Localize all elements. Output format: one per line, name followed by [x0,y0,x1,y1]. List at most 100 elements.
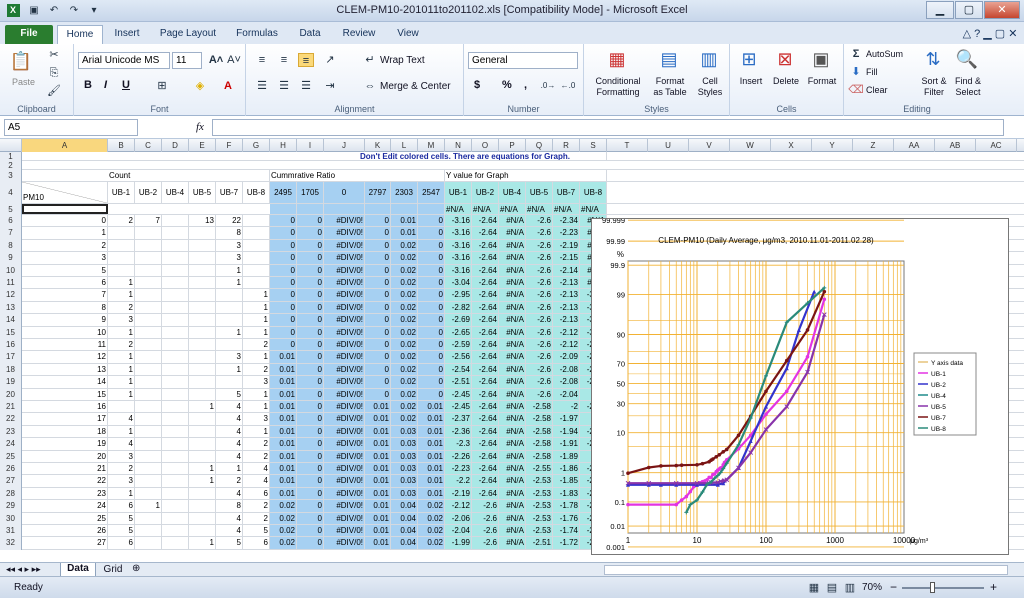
cell-h[interactable]: 0.01 [270,401,297,413]
align-left-icon[interactable]: ☰ [254,79,270,93]
cell-q[interactable]: -2.6 [526,227,553,239]
cell-o[interactable]: -2.64 [472,487,499,500]
cell-c[interactable] [135,438,162,450]
cell-f[interactable]: 4 [216,438,243,450]
paste-icon[interactable]: 📋 [8,48,34,74]
cell-o[interactable]: -2.64 [472,227,499,239]
format-as-table-label-1[interactable]: Format [650,76,690,86]
cell-g[interactable]: 5 [243,525,270,537]
cell-r[interactable]: UB-7 [553,182,580,203]
cell-c[interactable] [135,351,162,363]
cell-g[interactable]: 2 [243,450,270,462]
column-header[interactable]: R [553,139,580,152]
cell-j[interactable]: #DIV/0! [324,463,365,475]
cell-d[interactable] [162,301,189,314]
cell-p[interactable]: #N/A [499,413,526,425]
page-break-view-icon[interactable]: ▥ [842,581,858,595]
cell-q[interactable]: -2.6 [526,388,553,400]
cell-q[interactable]: -2.53 [526,500,553,512]
cell-e[interactable]: UB-5 [189,182,216,203]
cell-c[interactable]: UB-2 [135,182,162,203]
cell-i[interactable]: 0 [297,401,324,413]
cell-q[interactable]: -2.58 [526,413,553,425]
select-all-corner[interactable] [0,139,22,152]
cell-l[interactable]: 0.02 [391,289,418,301]
row-number[interactable]: 14 [0,314,22,327]
cell-d[interactable] [162,425,189,438]
cell-b[interactable]: 1 [108,363,135,376]
cell-p[interactable]: #N/A [499,438,526,450]
merged-cell[interactable]: Count [108,170,270,181]
cell-g[interactable]: 4 [243,475,270,487]
cell-b[interactable]: 1 [108,277,135,289]
cell-f[interactable] [216,314,243,326]
row-number[interactable]: 17 [0,351,22,364]
row-number[interactable]: 24 [0,438,22,451]
cell-n[interactable]: -3.16 [445,252,472,264]
column-header[interactable]: E [189,139,216,152]
cell-n[interactable]: -2.56 [445,351,472,363]
align-center-icon[interactable]: ☰ [276,79,292,93]
cell-r[interactable]: -2.23 [553,227,580,239]
cell-m[interactable]: 0 [418,301,445,314]
cell-m[interactable]: 0.01 [418,413,445,425]
cell-j[interactable]: #DIV/0! [324,500,365,512]
cell-n[interactable]: -2.45 [445,401,472,413]
cell-f[interactable]: 1 [216,277,243,289]
cell-p[interactable]: #N/A [499,264,526,276]
cell-i[interactable]: 0 [297,425,324,438]
column-header[interactable]: I [297,139,324,152]
clear-button[interactable]: Clear [866,85,888,95]
cell-h[interactable]: 0.02 [270,537,297,549]
percent-button[interactable]: % [502,79,512,91]
cell-r[interactable]: -2.04 [553,388,580,400]
merge-center-icon[interactable]: ⇔ [362,79,378,93]
cell-i[interactable]: 0 [297,314,324,326]
cell-h[interactable]: 0.01 [270,363,297,376]
sheet-tab-grid[interactable]: Grid [98,564,128,575]
cell-p[interactable]: #N/A [499,351,526,363]
cell-h[interactable]: 2495 [270,182,297,203]
cell-h[interactable]: 0.01 [270,425,297,438]
row-number[interactable]: 18 [0,363,22,377]
column-header[interactable]: U [648,139,689,152]
column-header[interactable]: Q [526,139,553,152]
cell-m[interactable]: 0 [418,227,445,239]
cell-g[interactable]: 1 [243,301,270,314]
cell-c[interactable] [135,463,162,475]
cell-c[interactable] [135,401,162,413]
row-number[interactable]: 10 [0,264,22,277]
cell-i[interactable]: 0 [297,537,324,549]
cell-i[interactable]: 0 [297,450,324,462]
cell-l[interactable]: 0.02 [391,252,418,264]
row-number[interactable]: 8 [0,239,22,253]
paste-button[interactable]: Paste [12,77,35,87]
cell-i[interactable]: 0 [297,239,324,252]
cell-p[interactable]: #N/A [499,215,526,227]
cell-f[interactable]: 3 [216,239,243,252]
cell-q[interactable]: -2.6 [526,363,553,376]
cell-d[interactable] [162,339,189,351]
find-select-label-1[interactable]: Find & [950,76,986,86]
clear-icon[interactable]: ⌫ [848,83,864,97]
cell-f[interactable]: 4 [216,401,243,413]
cell-b[interactable]: 5 [108,525,135,537]
cell-c[interactable] [135,339,162,351]
cell-o[interactable]: -2.64 [472,376,499,388]
cell-f[interactable]: 2 [216,475,243,487]
sort-filter-label-2[interactable]: Filter [918,87,950,97]
cell-n[interactable]: -2.95 [445,289,472,301]
cell-f[interactable]: 3 [216,252,243,264]
cell-c[interactable]: 7 [135,215,162,227]
sheet-tab-data[interactable]: Data [60,563,96,577]
cell-m[interactable]: 0 [418,388,445,400]
cell-o[interactable]: -2.64 [472,301,499,314]
zoom-slider-track[interactable] [902,587,984,589]
cell-i[interactable]: 1705 [297,182,324,203]
cell-m[interactable]: 0.02 [418,537,445,549]
cell-i[interactable]: 0 [297,289,324,301]
fill-color-icon[interactable]: ◈ [192,79,208,93]
cell-n[interactable]: -2.2 [445,475,472,487]
cell-h[interactable]: 0.01 [270,376,297,388]
cell-f[interactable]: 5 [216,388,243,400]
